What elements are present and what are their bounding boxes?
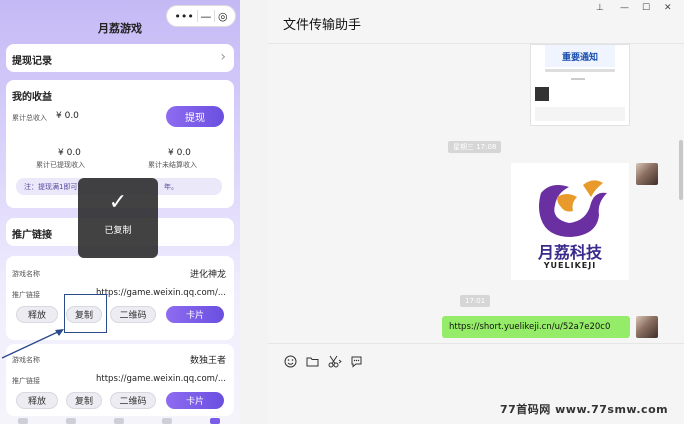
tab-icon[interactable]: [18, 418, 28, 424]
game-name: 数独王者: [189, 356, 226, 366]
release-button[interactable]: 释放: [16, 392, 58, 409]
withdraw-record-label: 提现记录: [12, 56, 52, 67]
total-income-label: 累计总收入: [12, 114, 47, 122]
watermark-text: 77首码网 www.77smw.com: [500, 403, 669, 416]
capsule-divider: [196, 10, 198, 22]
logo-image-message[interactable]: 月荔科技 YUELIKEJI: [511, 163, 629, 280]
image-line: [545, 69, 615, 72]
chat-scrollbar[interactable]: [679, 140, 683, 200]
timestamp: 星期三 17:08: [448, 141, 502, 153]
promo-title: 推广链接: [12, 230, 52, 241]
emoji-icon[interactable]: [284, 355, 297, 368]
link-message-text[interactable]: https://short.yuelikeji.cn/u/52a7e20c0: [449, 322, 610, 332]
image-thumb: [535, 87, 549, 101]
image-bar: [535, 107, 625, 121]
notice-image-caption: 重要通知: [545, 45, 615, 67]
toast-text: 已复制: [104, 226, 132, 236]
highlight-box: [64, 294, 107, 333]
folder-icon[interactable]: [306, 355, 319, 368]
scissors-icon[interactable]: [328, 355, 342, 368]
card-button[interactable]: 卡片: [166, 392, 224, 409]
qrcode-button[interactable]: 二维码: [110, 306, 156, 323]
logo-subtext: YUELIKEJI: [543, 261, 597, 270]
withdraw-button[interactable]: 提现: [166, 106, 224, 127]
image-message[interactable]: 重要通知: [530, 44, 630, 126]
mini-program-panel: 月荔游戏 ••• — ◎ 提现记录 › 我的收益 累计总收入 ¥ 0.0 提现 …: [0, 0, 240, 424]
tab-bar: [0, 416, 240, 424]
copied-toast: ✓ 已复制: [78, 178, 158, 258]
capsule-divider: [214, 10, 216, 22]
total-income-value: ¥ 0.0: [56, 111, 79, 121]
checkmark-icon: ✓: [108, 190, 128, 215]
link-message-bubble[interactable]: https://short.yuelikeji.cn/u/52a7e20c0: [442, 316, 630, 338]
chevron-right-icon: ›: [220, 49, 226, 65]
qrcode-button[interactable]: 二维码: [110, 392, 156, 409]
mini-program-capsule: ••• — ◎: [166, 5, 236, 27]
game-name: 进化神龙: [189, 270, 226, 280]
pending-label: 累计未结算收入: [148, 161, 197, 169]
avatar[interactable]: [636, 163, 658, 185]
pin-icon[interactable]: ⊥: [596, 3, 604, 13]
withdrawn-value: ¥ 0.0: [58, 148, 81, 158]
promo-link-label: 推广链接: [12, 377, 40, 385]
chat-history-icon[interactable]: [350, 355, 363, 368]
avatar[interactable]: [636, 316, 658, 338]
minimize-icon[interactable]: —: [200, 11, 211, 22]
close-icon[interactable]: ◎: [218, 11, 228, 22]
minimize-icon[interactable]: —: [620, 3, 629, 13]
notice-text: 注：提现满1即可: [24, 183, 78, 191]
pending-value: ¥ 0.0: [168, 148, 191, 158]
tab-icon-active[interactable]: [210, 418, 220, 424]
notice-text-tail: 年。: [164, 183, 178, 191]
promo-link: https://game.weixin.qq.com/...: [96, 374, 226, 384]
input-divider: [268, 343, 684, 344]
tab-icon[interactable]: [114, 418, 124, 424]
tab-icon[interactable]: [66, 418, 76, 424]
card-button[interactable]: 卡片: [166, 306, 224, 323]
withdrawn-label: 累计已提现收入: [36, 161, 85, 169]
close-icon[interactable]: ✕: [664, 3, 672, 13]
withdraw-record-row[interactable]: 提现记录 ›: [6, 44, 234, 72]
promo-link-label: 推广链接: [12, 291, 40, 299]
promo-link: https://game.weixin.qq.com/...: [96, 288, 226, 298]
more-icon[interactable]: •••: [174, 11, 193, 22]
game-name-label: 游戏名称: [12, 270, 40, 278]
logo-text: 月荔科技: [537, 243, 602, 262]
screenshot-root: 月荔游戏 ••• — ◎ 提现记录 › 我的收益 累计总收入 ¥ 0.0 提现 …: [0, 0, 684, 424]
maximize-icon[interactable]: ☐: [642, 3, 650, 13]
copy-button[interactable]: 复制: [66, 392, 102, 409]
image-line: [571, 78, 585, 80]
annotation-arrow-icon: [1, 329, 64, 359]
earnings-title: 我的收益: [12, 92, 52, 103]
chat-title: 文件传输助手: [283, 18, 362, 33]
timestamp: 17:01: [460, 295, 491, 307]
tab-icon[interactable]: [162, 418, 172, 424]
